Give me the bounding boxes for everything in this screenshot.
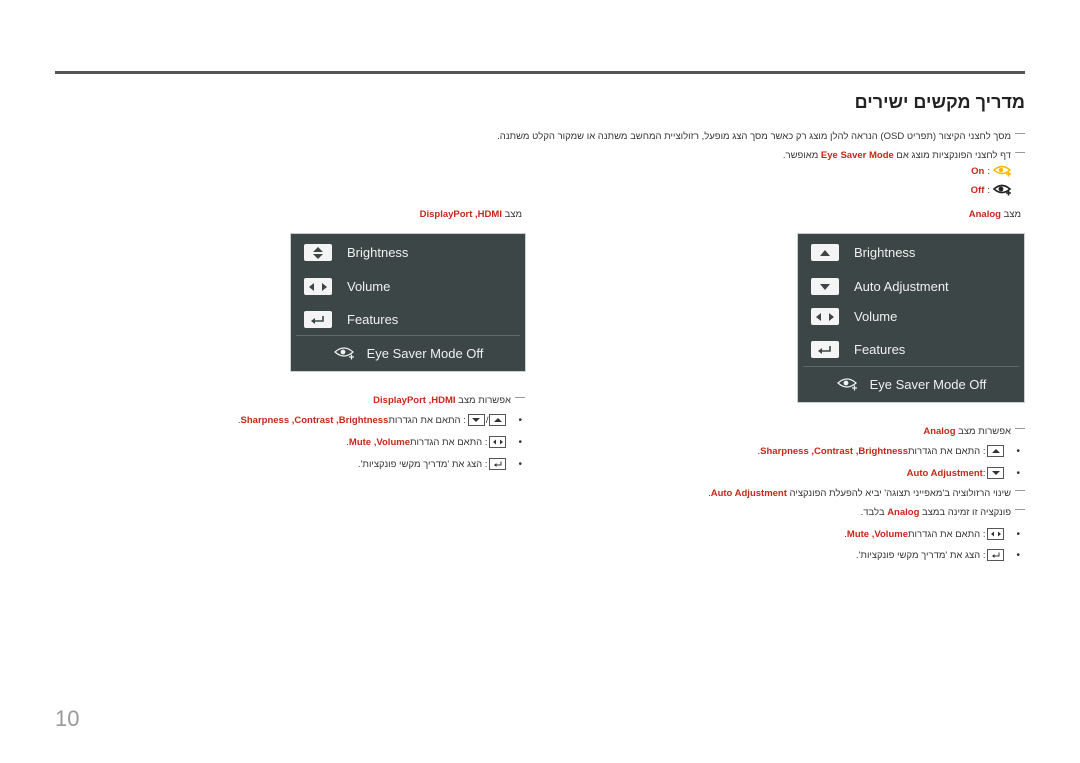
left-right-arrows-icon [811, 308, 839, 325]
enter-key-icon [987, 549, 1005, 561]
eye-saver-icon [333, 347, 354, 360]
osd-item-volume[interactable]: Volume [811, 308, 897, 325]
left-bullet-features: • : הצג את 'מדריך מקשי פונקציות'. [357, 458, 522, 470]
enter-return-icon [811, 341, 839, 358]
eye-saver-on-legend: On: [971, 164, 1013, 178]
osd-item-features[interactable]: Features [304, 311, 398, 328]
up-arrow-key-icon [489, 414, 507, 426]
left-options-note: אפשרות מצב DisplayPort ,HDMI [373, 395, 525, 406]
left-right-key-icon [489, 436, 507, 448]
enter-key-icon [489, 458, 507, 470]
page-number: 10 [55, 706, 80, 731]
left-bullet-volume: • : התאם את הגדרות Mute ,Volume. [346, 436, 522, 448]
intro-note-eye-saver: דף לחצני הפונקציות מוצג אם Eye Saver Mod… [783, 150, 1025, 161]
osd-item-volume[interactable]: Volume [304, 278, 390, 295]
right-bullet-auto-adjustment: • : Auto Adjustment [906, 467, 1020, 479]
osd-item-brightness[interactable]: Brightness [811, 244, 915, 261]
right-analog-only-note: פונקציה זו זמינה במצב Analog בלבד. [861, 507, 1025, 518]
right-mode-label: מצב Analog [968, 209, 1021, 220]
eye-saver-off-icon [993, 184, 1012, 196]
right-auto-adjust-note: שינוי הרזולוציה ב'מאפייני תצוגה' יביא לה… [708, 488, 1025, 499]
enter-return-icon [304, 311, 332, 328]
up-arrow-key-icon [987, 445, 1005, 457]
down-arrow-key-icon [987, 467, 1005, 479]
intro-note-osd: מסך לחצני הקיצור (תפריט OSD) הנראה להלן … [497, 131, 1025, 142]
osd-divider [803, 366, 1019, 367]
osd-item-auto-adjustment[interactable]: Auto Adjustment [811, 278, 949, 295]
osd-divider [296, 335, 520, 336]
left-osd-menu: Brightness Volume Features Eye Saver Mod… [290, 233, 526, 372]
note-dash [1015, 152, 1025, 153]
top-rule [55, 71, 1025, 74]
left-right-key-icon [987, 528, 1005, 540]
osd-item-features[interactable]: Features [811, 341, 905, 358]
left-mode-label: מצב DisplayPort ,HDMI [419, 209, 522, 220]
osd-item-brightness[interactable]: Brightness [304, 244, 408, 261]
right-osd-menu: Brightness Auto Adjustment Volume Featur… [797, 233, 1025, 403]
right-bullet-features: • : הצג את 'מדריך מקשי פונקציות'. [855, 549, 1020, 561]
left-right-arrows-icon [304, 278, 332, 295]
eye-saver-icon [836, 378, 857, 391]
up-arrow-icon [811, 244, 839, 261]
up-down-arrows-icon [304, 244, 332, 261]
right-bullet-brightness: • : התאם את הגדרות Sharpness ,Contrast ,… [757, 445, 1020, 457]
left-bullet-brightness: • / : התאם את הגדרות Sharpness ,Contrast… [237, 414, 522, 426]
right-bullet-volume: • : התאם את הגדרות Mute ,Volume. [844, 528, 1020, 540]
down-arrow-icon [811, 278, 839, 295]
osd-eye-saver-item[interactable]: Eye Saver Mode Off [291, 345, 525, 361]
page-title: מדריך מקשים ישירים [854, 92, 1025, 112]
down-arrow-key-icon [467, 414, 485, 426]
eye-saver-off-legend: Off: [971, 183, 1013, 197]
osd-eye-saver-item[interactable]: Eye Saver Mode Off [798, 376, 1024, 392]
right-options-note: אפשרות מצב Analog [923, 426, 1025, 437]
note-dash [1015, 133, 1025, 134]
eye-saver-on-icon [993, 165, 1012, 177]
